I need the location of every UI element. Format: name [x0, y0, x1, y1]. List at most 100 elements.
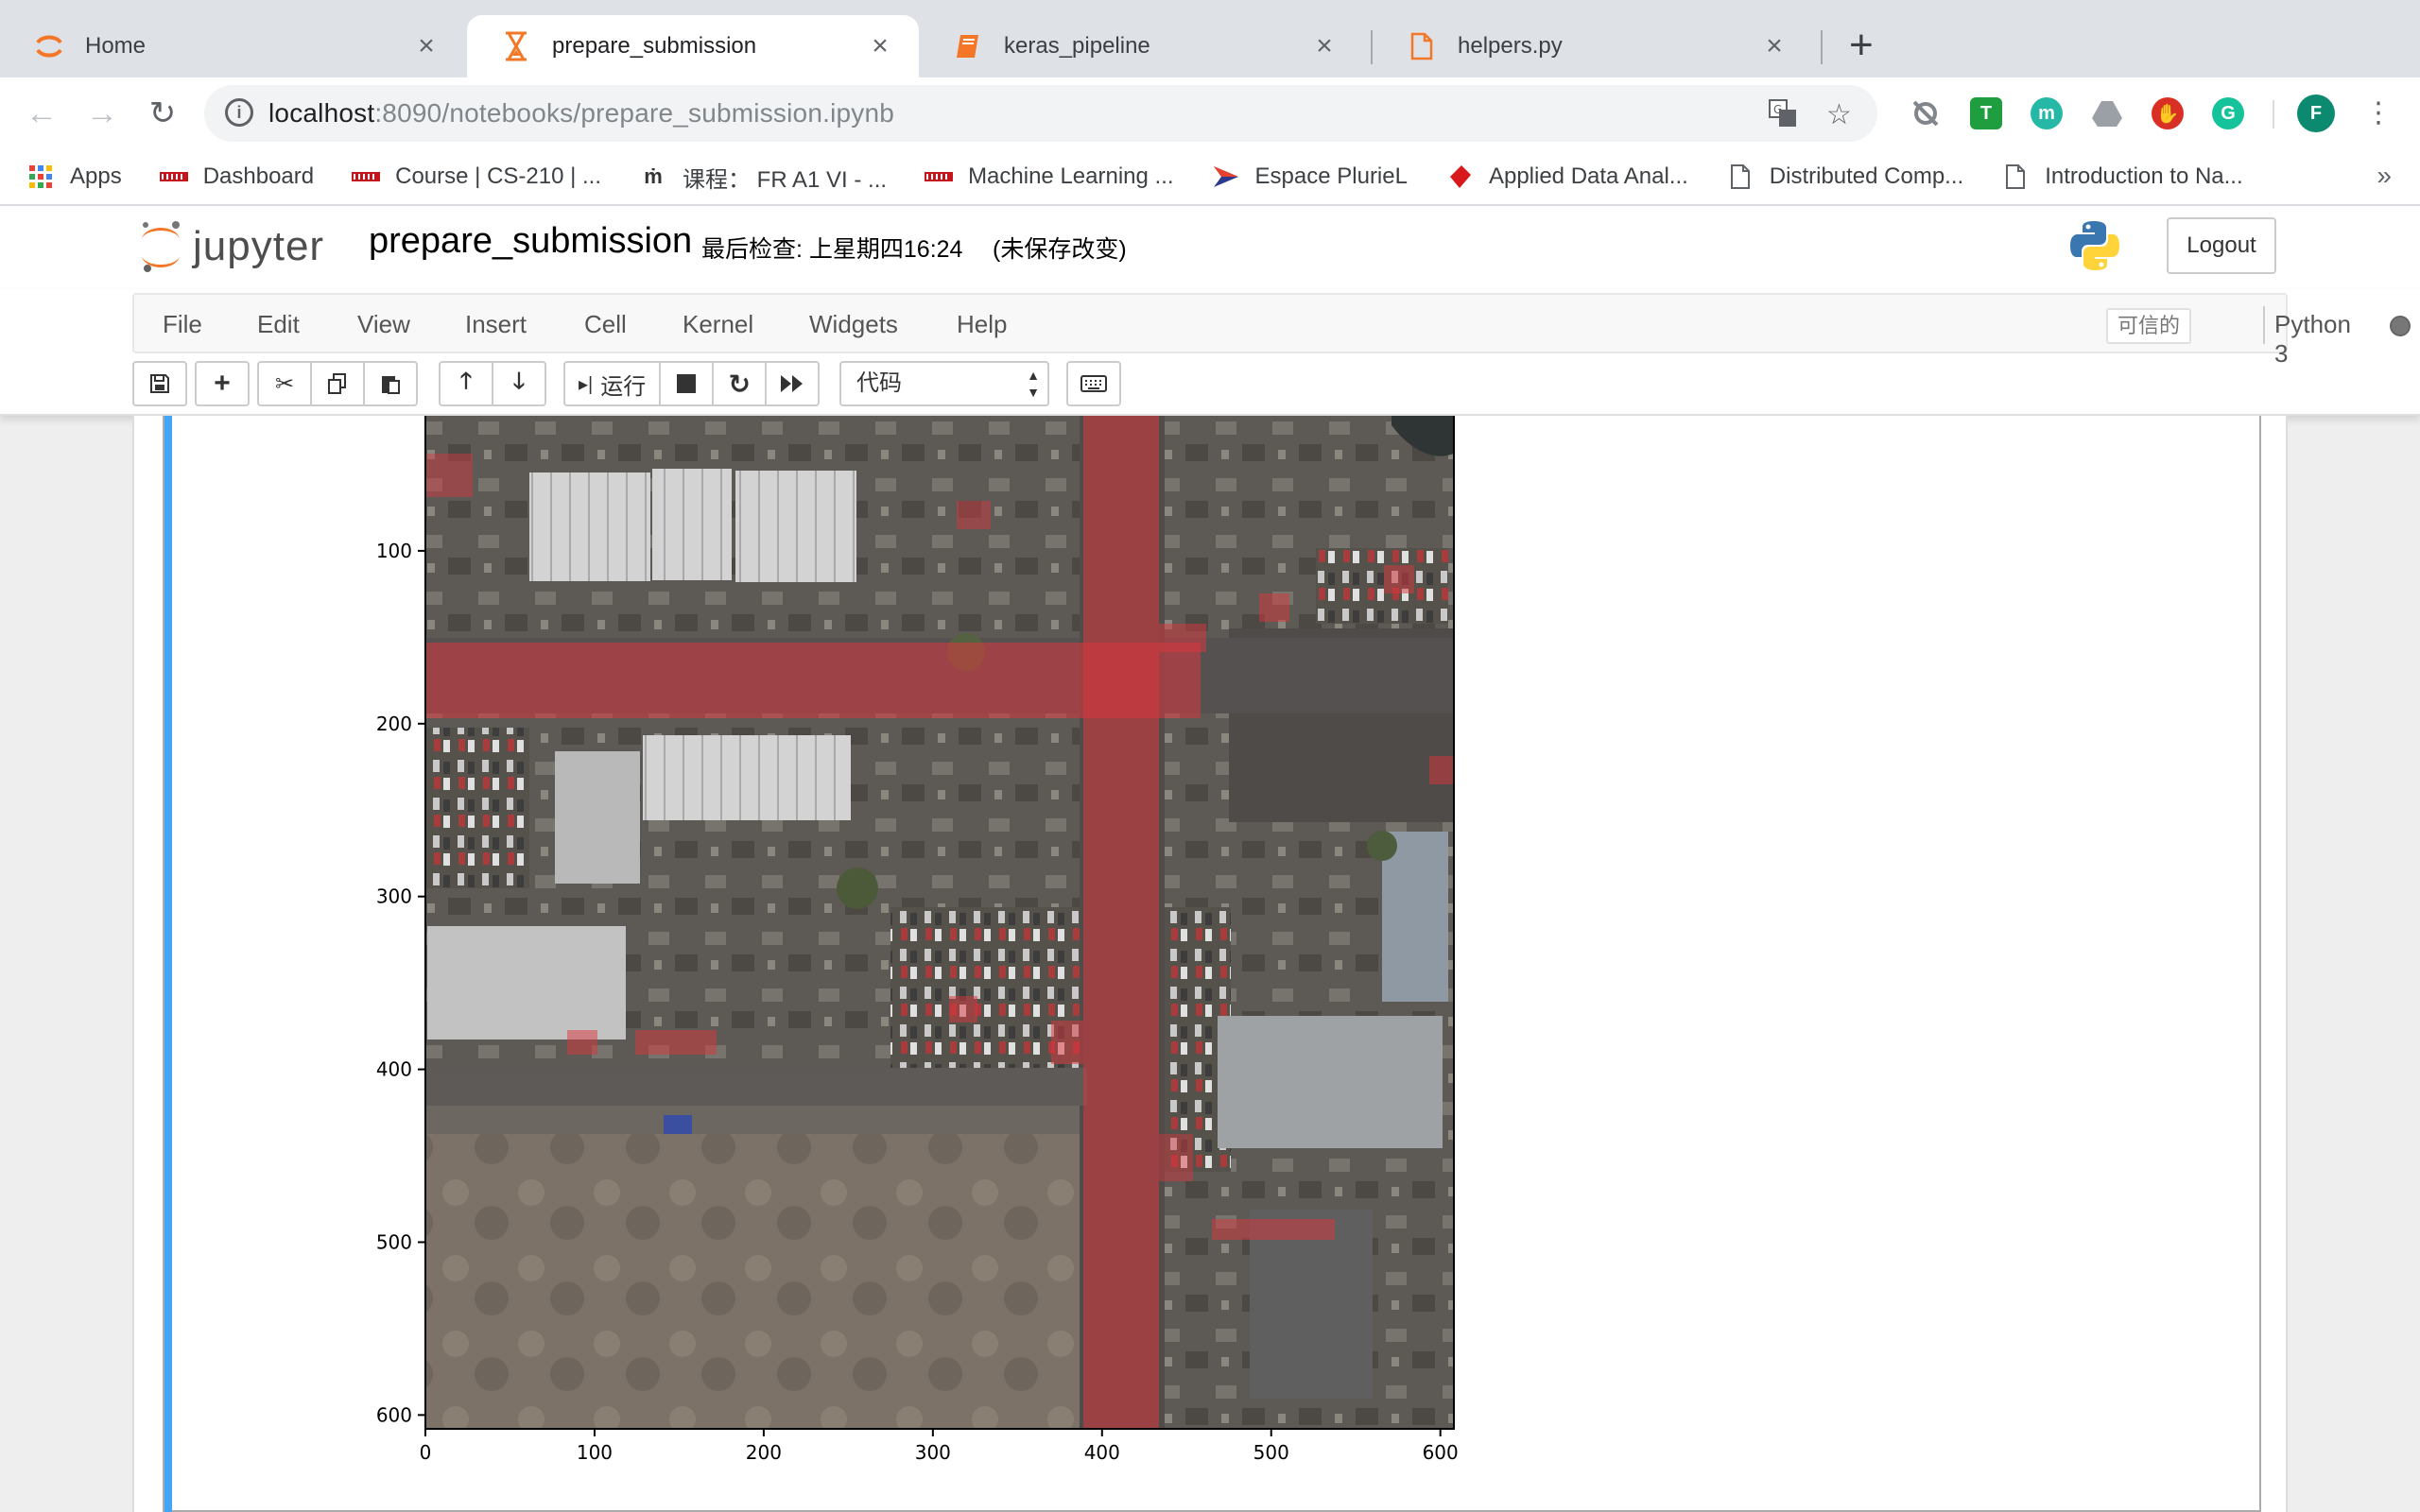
y-tick-label: 300: [376, 885, 412, 908]
more-bookmarks-chevron-icon[interactable]: »: [2377, 161, 2392, 191]
bookmark-applied-data[interactable]: Applied Data Anal...: [1445, 163, 1688, 190]
address-bar[interactable]: i localhost:8090/notebooks/prepare_submi…: [204, 85, 1877, 142]
extension-puzzle-icon[interactable]: [1910, 97, 1942, 129]
m-extension-icon[interactable]: m: [2031, 97, 2063, 129]
bookmarks-bar: Apps Dashboard Course | CS-210 | ... ṁ 课…: [0, 149, 2420, 206]
notebook-icon: [953, 31, 983, 61]
menu-edit[interactable]: Edit: [257, 310, 300, 339]
x-tick-label: 200: [746, 1441, 782, 1464]
y-tick-label: 600: [376, 1403, 412, 1426]
grammarly-icon[interactable]: G: [2212, 97, 2244, 129]
bookmark-espace-pluriel[interactable]: Espace PlurieL: [1212, 163, 1408, 190]
keyboard-icon[interactable]: [1066, 361, 1121, 406]
close-icon[interactable]: ×: [1308, 30, 1340, 62]
jupyter-header: jupyter prepare_submission 最后检查: 上星期四16:…: [0, 206, 2420, 289]
tab-keras-pipeline[interactable]: keras_pipeline ×: [919, 15, 1363, 77]
notebook-menu-area: File Edit View Insert Cell Kernel Widget…: [0, 289, 2420, 416]
bookmark-distributed-comp[interactable]: Distributed Comp...: [1726, 163, 1963, 190]
y-tick-label: 400: [376, 1058, 412, 1081]
bookmark-label: 课程： FR A1 VI - ...: [683, 166, 888, 193]
toolbar-divider: [2273, 100, 2274, 129]
stop-square-icon[interactable]: [659, 361, 715, 406]
forward-arrow-icon[interactable]: →: [81, 93, 123, 134]
dlab-icon: [1445, 165, 1474, 188]
cut-scissors-icon[interactable]: ✂: [257, 361, 312, 406]
profile-avatar[interactable]: F: [2297, 94, 2335, 132]
menu-file[interactable]: File: [163, 310, 202, 339]
menu-cell[interactable]: Cell: [584, 310, 627, 339]
logout-button[interactable]: Logout: [2167, 217, 2276, 274]
move-up-arrow-icon[interactable]: 🡑: [439, 361, 493, 406]
insert-cell-plus-icon[interactable]: +: [195, 361, 250, 406]
cell-type-select[interactable]: 代码 ▲ ▼: [839, 361, 1049, 406]
jupyter-logo-text: jupyter: [193, 223, 325, 269]
run-group: ▸| 运行 ↻: [563, 361, 821, 406]
kernel-divider: [2263, 306, 2265, 344]
y-tick-label: 500: [376, 1230, 412, 1253]
tab-title: keras_pipeline: [1004, 33, 1150, 59]
file-icon: [1407, 31, 1437, 61]
mooc-icon: ṁ: [644, 164, 663, 188]
x-tick-label: 300: [915, 1441, 951, 1464]
notebook-name[interactable]: prepare_submission: [369, 221, 692, 262]
star-icon[interactable]: ☆: [1826, 98, 1852, 131]
y-axis: 100 200 300 400 500 600: [376, 540, 425, 1426]
menubar: File Edit View Insert Cell Kernel Widget…: [132, 293, 2411, 368]
close-icon[interactable]: ×: [1758, 30, 1790, 62]
save-group: [132, 361, 187, 406]
fast-forward-icon[interactable]: [765, 361, 821, 406]
bookmark-label: Course | CS-210 | ...: [395, 163, 602, 189]
bookmark-fr-a1[interactable]: ṁ 课程： FR A1 VI - ...: [639, 161, 887, 194]
moodle-icon: [159, 166, 188, 187]
x-tick-label: 600: [1423, 1441, 1459, 1464]
kernel-name[interactable]: Python 3: [2274, 310, 2351, 369]
translate-icon[interactable]: G: [1768, 98, 1798, 136]
menu-kernel[interactable]: Kernel: [683, 310, 753, 339]
browser-tabstrip: Home × prepare_submission × keras_pipeli…: [0, 0, 2420, 77]
info-icon[interactable]: i: [225, 98, 253, 127]
edit-group: ✂: [257, 361, 418, 406]
bookmark-course-cs210[interactable]: Course | CS-210 | ...: [352, 163, 601, 190]
move-down-arrow-icon[interactable]: 🡓: [492, 361, 546, 406]
reload-icon[interactable]: ↻: [142, 93, 183, 134]
tab-home[interactable]: Home ×: [0, 15, 465, 77]
drive-icon[interactable]: [2091, 97, 2123, 129]
x-tick-label: 400: [1084, 1441, 1120, 1464]
trusted-indicator[interactable]: 可信的: [2106, 308, 2192, 344]
new-tab-icon[interactable]: +: [1849, 25, 1874, 66]
stop-hand-icon[interactable]: ✋: [2152, 97, 2184, 129]
checkpoint-status: 最后检查: 上星期四16:24: [701, 236, 963, 263]
tab-prepare-submission[interactable]: prepare_submission ×: [467, 15, 919, 77]
menu-help[interactable]: Help: [957, 310, 1007, 339]
x-tick-label: 0: [420, 1441, 432, 1464]
bookmark-intro-na[interactable]: Introduction to Na...: [2001, 163, 2243, 190]
bookmark-machine-learning[interactable]: Machine Learning ...: [925, 163, 1174, 190]
close-icon[interactable]: ×: [410, 30, 442, 62]
x-axis: 0 100 200 300 400 500 600: [420, 1429, 1459, 1464]
menu-widgets[interactable]: Widgets: [809, 310, 898, 339]
restart-icon[interactable]: ↻: [712, 361, 768, 406]
run-button[interactable]: ▸| 运行: [563, 361, 662, 406]
save-icon[interactable]: [132, 361, 187, 406]
tab-title: helpers.py: [1458, 33, 1563, 59]
svg-text:G: G: [1773, 103, 1782, 116]
jupyter-logo[interactable]: jupyter: [138, 219, 324, 274]
menu-insert[interactable]: Insert: [465, 310, 527, 339]
bookmark-apps[interactable]: Apps: [26, 163, 122, 190]
move-group: 🡑 🡓: [439, 361, 546, 406]
close-icon[interactable]: ×: [864, 30, 896, 62]
bookmark-label: Machine Learning ...: [968, 163, 1174, 189]
more-menu-icon[interactable]: ⋮: [2358, 93, 2399, 134]
shield-extension-icon[interactable]: T: [1970, 97, 2002, 129]
copy-icon[interactable]: [310, 361, 365, 406]
url-text[interactable]: localhost:8090/notebooks/prepare_submiss…: [268, 98, 894, 129]
tab-helpers[interactable]: helpers.py ×: [1373, 15, 1813, 77]
bookmark-dashboard[interactable]: Dashboard: [159, 163, 314, 190]
paste-icon[interactable]: [363, 361, 418, 406]
python-logo-icon: [2070, 221, 2119, 270]
step-forward-icon: ▸|: [579, 373, 594, 395]
back-arrow-icon[interactable]: ←: [21, 93, 62, 134]
y-tick-label: 200: [376, 713, 412, 735]
bookmark-label: Introduction to Na...: [2045, 163, 2243, 189]
menu-view[interactable]: View: [357, 310, 410, 339]
